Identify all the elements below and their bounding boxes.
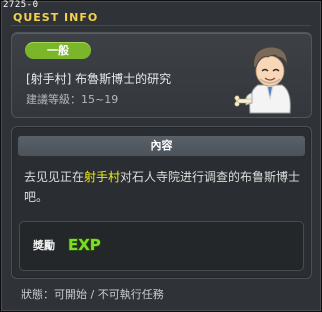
quest-id-label: 2725-0 xyxy=(3,0,39,10)
reward-label: 獎勵 xyxy=(33,239,55,252)
location-highlight: 射手村 xyxy=(84,170,121,184)
reward-box: 獎勵 EXP xyxy=(19,221,304,271)
quest-category-badge: 一般 xyxy=(25,42,91,59)
title-divider xyxy=(11,25,311,26)
quest-header-panel: 一般 [射手村] 布魯斯博士的研究 建議等級：15~19 xyxy=(11,32,312,118)
title-bar[interactable]: 2725-0 QUEST INFO xyxy=(1,0,321,27)
quest-name: [射手村] 布魯斯博士的研究 xyxy=(26,72,172,86)
description-text: 去见见正在 xyxy=(24,170,85,184)
npc-portrait xyxy=(234,46,291,114)
exp-icon: EXP xyxy=(67,235,101,253)
quest-content-panel: 內容 去见见正在射手村对石人寺院进行调查的布鲁斯博士吧。 獎勵 EXP xyxy=(11,126,312,279)
window-title: QUEST INFO xyxy=(13,11,99,24)
exp-icon-text: EXP xyxy=(68,236,101,253)
quest-info-window: 2725-0 QUEST INFO 一般 [射手村] 布魯斯博士的研究 建議等級… xyxy=(0,0,322,312)
quest-description: 去见见正在射手村对石人寺院进行调查的布鲁斯博士吧。 xyxy=(24,167,302,207)
level-requirement: 建議等級：15~19 xyxy=(26,93,119,106)
content-header: 內容 xyxy=(18,136,305,156)
quest-status: 狀態：可開始 / 不可執行任務 xyxy=(21,288,164,301)
